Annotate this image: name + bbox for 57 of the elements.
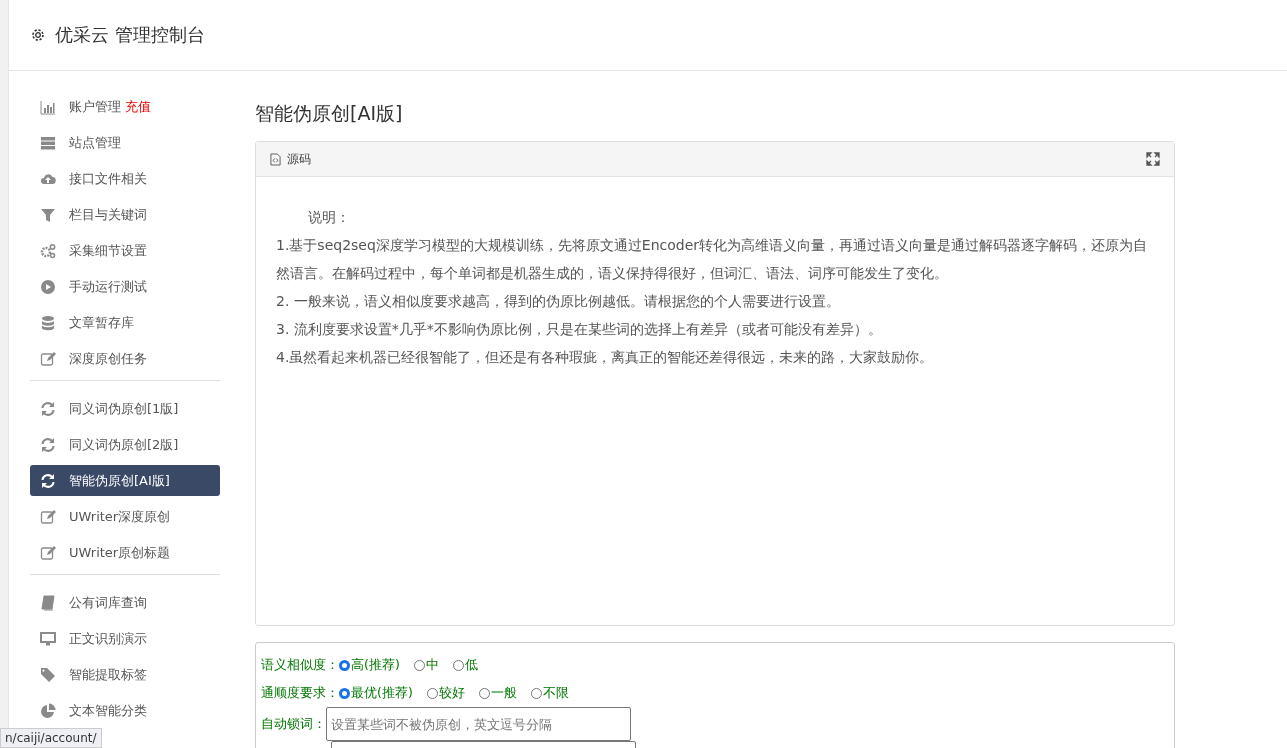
book-icon <box>40 594 56 611</box>
sidebar-item[interactable]: 智能提取标签 <box>30 659 220 690</box>
editor-paragraph: 2. 一般来说，语义相似度要求越高，得到的伪原比例越低。请根据您的个人需要进行设置。 <box>276 292 841 311</box>
sidebar-item[interactable]: 栏目与关键词 <box>30 199 220 230</box>
radio-option[interactable]: 最优(推荐) <box>339 684 413 702</box>
source-button[interactable]: 源码 <box>270 150 311 168</box>
sidebar-item[interactable]: 深度原创任务 <box>30 343 220 374</box>
server-icon <box>40 134 56 151</box>
radio-option[interactable]: 高(推荐) <box>339 656 400 674</box>
database-icon <box>40 314 56 331</box>
radio-option[interactable]: 低 <box>452 656 478 674</box>
sidebar-item[interactable]: 正文识别演示 <box>30 623 220 654</box>
edit-icon <box>40 508 56 525</box>
settings-icon <box>30 27 46 43</box>
radio-option[interactable]: 中 <box>413 656 439 674</box>
option-label: 自动锁词： <box>261 715 326 733</box>
file-code-icon <box>270 152 281 166</box>
sidebar-item[interactable]: 智能伪原创[AI版] <box>30 465 220 496</box>
monitor-icon <box>40 630 56 647</box>
sidebar-item[interactable]: UWriter原创标题 <box>30 537 220 568</box>
gears-icon <box>40 242 56 259</box>
editor-paragraph: 4.虽然看起来机器已经很智能了，但还是有各种瑕疵，离真正的智能还差得很远，未来的路，大家鼓励你。 <box>276 348 935 367</box>
filter-icon <box>40 206 56 223</box>
edit-icon <box>40 544 56 561</box>
sidebar-item[interactable]: 站点管理 <box>30 127 220 158</box>
sidebar-item[interactable]: 同义词伪原创[2版] <box>30 429 220 460</box>
radio-option[interactable]: 不限 <box>530 684 569 702</box>
radio-option[interactable]: 较好 <box>426 684 465 702</box>
sidebar-item[interactable]: 接口文件相关 <box>30 163 220 194</box>
console-title: 优采云 管理控制台 <box>55 23 205 47</box>
editor-paragraph: 1.基于seq2seq深度学习模型的大规模训练，先将原文通过Encoder转化为高维语义向量，再通过语义向量是通过解码器逐字解码，还原为自然语言。在解码过程中，每个单词都是机器生成的，语义保持得很好，但词汇、语法、词序可能发生了变化。 <box>276 236 1149 283</box>
sidebar-item[interactable]: 文本智能分类 <box>30 695 220 726</box>
editor-paragraph: 说明： <box>307 208 351 227</box>
bar-chart-icon <box>40 98 56 115</box>
option-label: 通顺度要求： <box>261 684 339 702</box>
edit-icon <box>40 350 56 367</box>
sidebar-item[interactable]: 同义词伪原创[1版] <box>30 393 220 424</box>
page-title: 智能伪原创[AI版] <box>255 101 404 126</box>
fullscreen-icon[interactable] <box>1146 152 1160 166</box>
pie-chart-icon <box>40 702 56 719</box>
radio-option[interactable]: 一般 <box>478 684 517 702</box>
play-icon <box>40 278 56 295</box>
sidebar-item[interactable]: 采集细节设置 <box>30 235 220 266</box>
tag-icon <box>40 666 56 683</box>
status-url: n/caiji/account/ <box>0 728 102 748</box>
sidebar-item[interactable]: 公有词库查询 <box>30 587 220 618</box>
lock-words-field[interactable]: 设置某些词不被伪原创，英文逗号分隔 <box>326 707 631 741</box>
sync-icon <box>40 472 56 489</box>
sidebar-item[interactable]: UWriter深度原创 <box>30 501 220 532</box>
option-label: 语义相似度： <box>261 656 339 674</box>
sidebar-item[interactable]: 账户管理 充值 <box>30 91 220 122</box>
sync-icon <box>40 436 56 453</box>
editor-paragraph: 3. 流利度要求设置*几乎*不影响伪原比例，只是在某些词的选择上有差异（或者可能没有差异）。 <box>276 320 883 339</box>
sidebar-item[interactable]: 手动运行测试 <box>30 271 220 302</box>
sync-icon <box>40 400 56 417</box>
recharge-link[interactable]: 充值 <box>125 97 151 116</box>
sidebar-item[interactable]: 文章暂存库 <box>30 307 220 338</box>
